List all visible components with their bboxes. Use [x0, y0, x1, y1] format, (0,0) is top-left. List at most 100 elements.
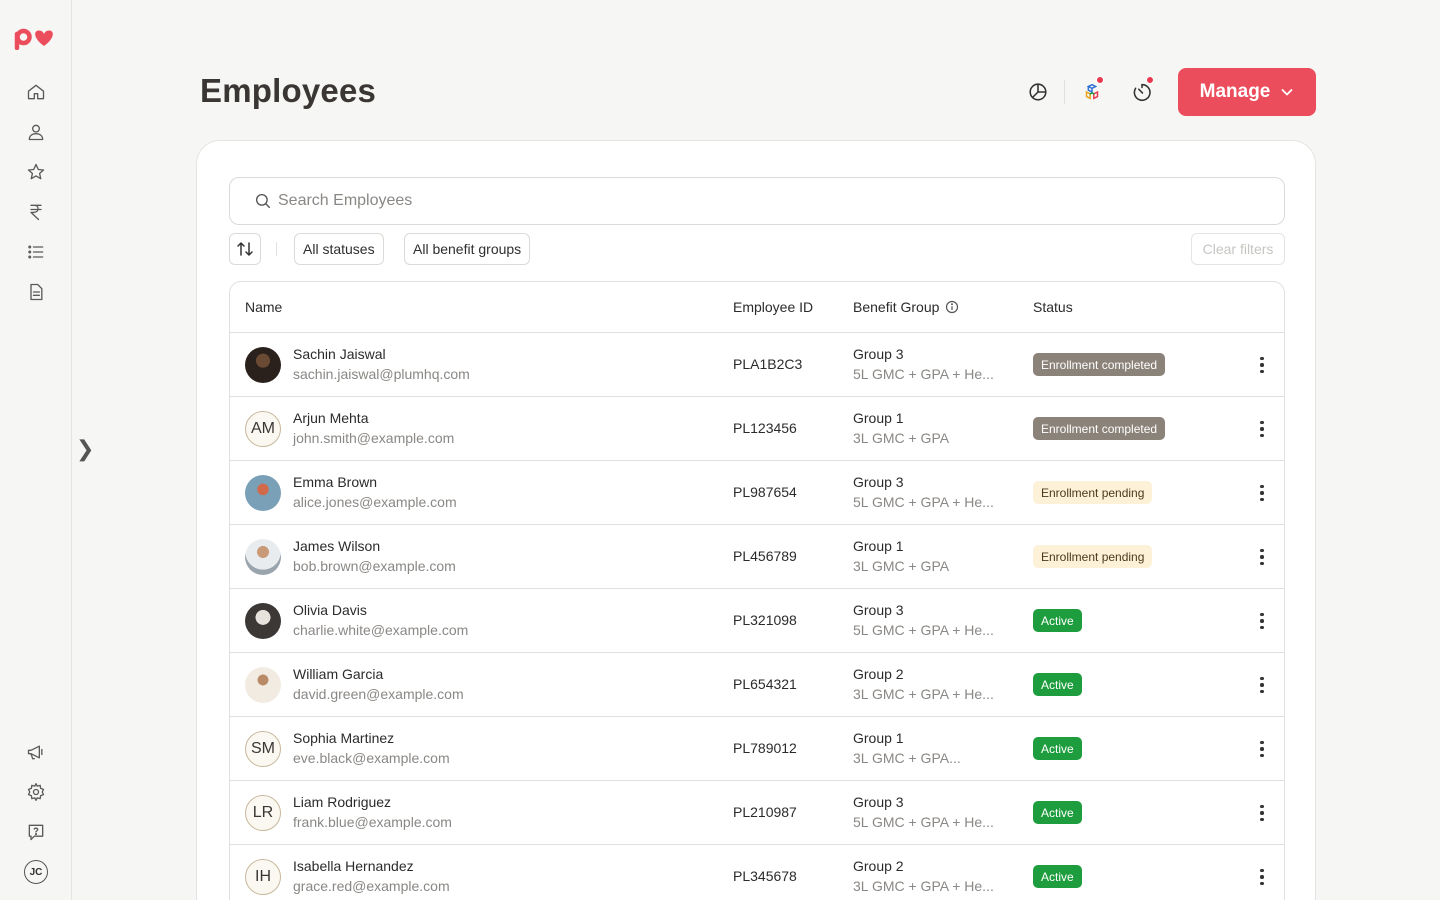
table-header: Name Employee ID Benefit Group Status	[230, 282, 1284, 333]
employee-id: PL210987	[733, 804, 797, 820]
employee-email: sachin.jaiswal@plumhq.com	[293, 366, 470, 382]
table-row[interactable]: Emma Brown alice.jones@example.com PL987…	[230, 461, 1284, 525]
benefit-group-name: Group 3	[853, 474, 904, 490]
benefit-plan: 5L GMC + GPA + He...	[853, 622, 994, 638]
column-status[interactable]: Status	[1033, 299, 1073, 315]
info-icon[interactable]	[945, 300, 959, 314]
manage-button-label: Manage	[1199, 81, 1271, 102]
employee-email: charlie.white@example.com	[293, 622, 469, 638]
row-menu-icon[interactable]	[1252, 355, 1272, 375]
benefit-group-filter[interactable]: All benefit groups	[404, 233, 531, 265]
status-badge: Enrollment pending	[1033, 481, 1153, 504]
search-input[interactable]	[278, 192, 1178, 210]
row-menu-icon[interactable]	[1252, 483, 1272, 503]
avatar	[245, 539, 281, 575]
table-row[interactable]: AM Arjun Mehta john.smith@example.com PL…	[230, 397, 1284, 461]
row-menu-icon[interactable]	[1252, 867, 1272, 887]
employee-id: PL123456	[733, 420, 797, 436]
avatar: IH	[245, 859, 281, 895]
status-badge: Active	[1033, 801, 1082, 824]
employees-table: Name Employee ID Benefit Group Status Sa…	[229, 281, 1285, 900]
employee-name[interactable]: Arjun Mehta	[293, 410, 368, 426]
row-menu-icon[interactable]	[1252, 675, 1272, 695]
search-icon	[255, 193, 271, 209]
chevron-down-icon	[1281, 89, 1293, 96]
clear-filters-button[interactable]: Clear filters	[1191, 233, 1285, 265]
employee-name[interactable]: Sophia Martinez	[293, 730, 394, 746]
avatar: AM	[245, 411, 281, 447]
user-avatar[interactable]: JC	[24, 860, 48, 884]
employee-name[interactable]: Emma Brown	[293, 474, 377, 490]
star-icon[interactable]	[24, 160, 48, 184]
rupee-icon[interactable]	[24, 200, 48, 224]
filter-divider	[276, 242, 277, 256]
employee-email: alice.jones@example.com	[293, 494, 457, 510]
timer-icon[interactable]	[1128, 76, 1156, 106]
search-box[interactable]	[229, 177, 1285, 225]
employee-name[interactable]: James Wilson	[293, 538, 380, 554]
header-divider	[1064, 80, 1065, 104]
employee-id: PL987654	[733, 484, 797, 500]
row-menu-icon[interactable]	[1252, 611, 1272, 631]
gear-icon[interactable]	[24, 780, 48, 804]
benefit-plan: 3L GMC + GPA + He...	[853, 686, 994, 702]
avatar	[245, 667, 281, 703]
list-icon[interactable]	[24, 240, 48, 264]
table-row[interactable]: James Wilson bob.brown@example.com PL456…	[230, 525, 1284, 589]
cubes-icon[interactable]	[1078, 76, 1106, 106]
employee-email: frank.blue@example.com	[293, 814, 452, 830]
benefit-group-name: Group 2	[853, 858, 904, 874]
sort-icon	[237, 242, 253, 256]
row-menu-icon[interactable]	[1252, 739, 1272, 759]
avatar	[245, 603, 281, 639]
home-icon[interactable]	[24, 80, 48, 104]
table-row[interactable]: Olivia Davis charlie.white@example.com P…	[230, 589, 1284, 653]
table-row[interactable]: LR Liam Rodriguez frank.blue@example.com…	[230, 781, 1284, 845]
employee-email: john.smith@example.com	[293, 430, 455, 446]
column-employee-id[interactable]: Employee ID	[733, 299, 813, 315]
employee-id: PLA1B2C3	[733, 356, 803, 372]
table-row[interactable]: William Garcia david.green@example.com P…	[230, 653, 1284, 717]
table-row[interactable]: IH Isabella Hernandez grace.red@example.…	[230, 845, 1284, 900]
status-badge: Active	[1033, 673, 1082, 696]
column-benefit-group[interactable]: Benefit Group	[853, 299, 959, 315]
sidebar-expand-toggle[interactable]: ❯	[76, 436, 94, 462]
row-menu-icon[interactable]	[1252, 419, 1272, 439]
help-icon[interactable]	[24, 820, 48, 844]
plum-logo[interactable]	[14, 26, 58, 50]
user-icon[interactable]	[24, 120, 48, 144]
employee-email: eve.black@example.com	[293, 750, 450, 766]
row-menu-icon[interactable]	[1252, 803, 1272, 823]
status-badge: Active	[1033, 609, 1082, 632]
status-badge: Active	[1033, 865, 1082, 888]
employee-name[interactable]: Olivia Davis	[293, 602, 367, 618]
avatar	[245, 475, 281, 511]
employee-id: PL345678	[733, 868, 797, 884]
row-menu-icon[interactable]	[1252, 547, 1272, 567]
status-badge: Enrollment pending	[1033, 545, 1153, 568]
manage-button[interactable]: Manage	[1178, 68, 1316, 116]
employee-name[interactable]: Liam Rodriguez	[293, 794, 391, 810]
analytics-icon[interactable]	[1024, 78, 1052, 106]
sidebar: JC	[0, 0, 72, 900]
table-row[interactable]: SM Sophia Martinez eve.black@example.com…	[230, 717, 1284, 781]
column-name[interactable]: Name	[245, 299, 282, 315]
document-icon[interactable]	[24, 280, 48, 304]
sort-button[interactable]	[229, 233, 261, 265]
avatar	[245, 347, 281, 383]
employee-email: grace.red@example.com	[293, 878, 450, 894]
status-badge: Enrollment completed	[1033, 417, 1166, 440]
employee-name[interactable]: Sachin Jaiswal	[293, 346, 386, 362]
status-badge: Active	[1033, 737, 1082, 760]
table-body: Sachin Jaiswal sachin.jaiswal@plumhq.com…	[230, 333, 1284, 900]
table-row[interactable]: Sachin Jaiswal sachin.jaiswal@plumhq.com…	[230, 333, 1284, 397]
employee-id: PL456789	[733, 548, 797, 564]
status-filter[interactable]: All statuses	[294, 233, 384, 265]
employee-name[interactable]: Isabella Hernandez	[293, 858, 414, 874]
benefit-plan: 3L GMC + GPA	[853, 430, 950, 446]
benefit-group-name: Group 2	[853, 666, 904, 682]
megaphone-icon[interactable]	[24, 740, 48, 764]
benefit-group-name: Group 3	[853, 602, 904, 618]
benefit-group-name: Group 1	[853, 730, 904, 746]
employee-name[interactable]: William Garcia	[293, 666, 383, 682]
